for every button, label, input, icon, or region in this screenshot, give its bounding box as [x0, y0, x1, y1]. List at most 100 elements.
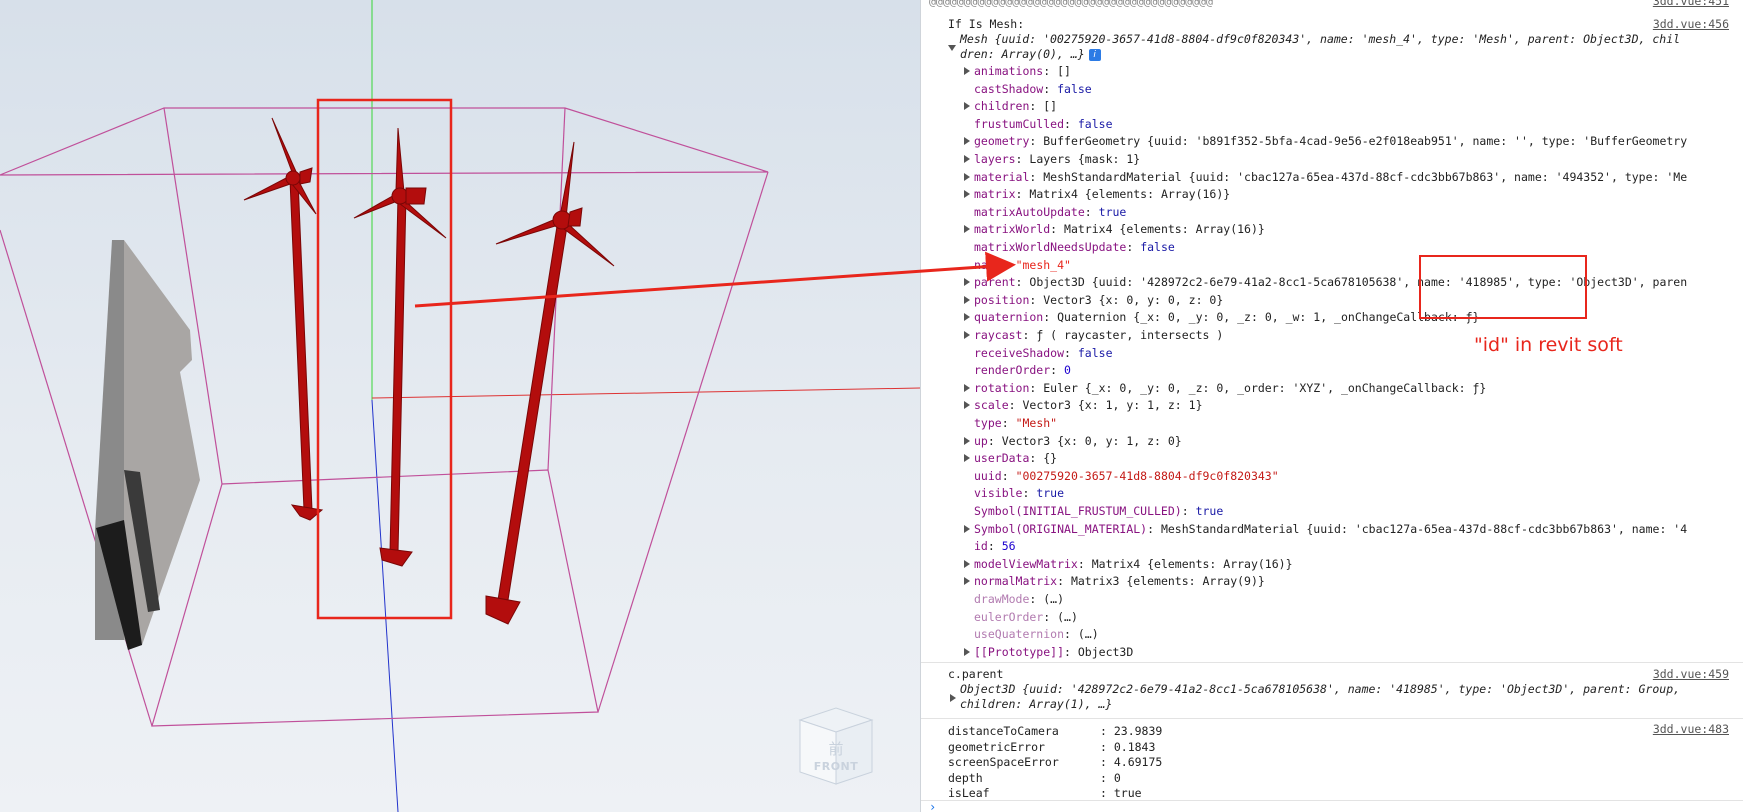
property-value: {} — [1043, 451, 1058, 466]
property-row-matrixworldneedsupdate: matrixWorldNeedsUpdate: false — [974, 240, 1175, 254]
expand-triangle-icon[interactable] — [964, 102, 970, 111]
property-value: false — [1077, 345, 1113, 360]
property-row-rotation[interactable]: rotation: Euler {_x: 0, _y: 0, _z: 0, _o… — [921, 379, 1743, 397]
expand-triangle-icon[interactable] — [964, 383, 970, 392]
property-row-uuid: uuid: "00275920-3657-41d8-8804-df9c0f820… — [974, 468, 1279, 483]
info-icon[interactable]: i — [1088, 48, 1101, 61]
console-prompt-icon[interactable]: › — [929, 800, 936, 812]
expand-triangle-icon[interactable] — [964, 577, 970, 586]
property-value: Quaternion {_x: 0, _y: 0, _z: 0, _w: 1, … — [1057, 310, 1480, 325]
property-value: Object3D — [1077, 644, 1134, 659]
property-value: Layers {mask: 1} — [1029, 152, 1141, 166]
expand-triangle-icon[interactable] — [964, 647, 970, 656]
property-row-animations[interactable]: animations: [] — [921, 62, 1743, 80]
property-key: matrixAutoUpdate — [974, 204, 1085, 219]
property-key: up — [974, 433, 988, 448]
property-row-material[interactable]: material: MeshStandardMaterial {uuid: 'c… — [921, 168, 1743, 186]
property-row-prototype[interactable]: [[Prototype]]: Object3D — [921, 643, 1743, 661]
expand-triangle-icon[interactable] — [964, 225, 970, 234]
property-value: Object3D {uuid: '428972c2-6e79-41a2-8cc1… — [1029, 275, 1688, 290]
expand-triangle-icon[interactable] — [964, 559, 970, 568]
expand-triangle-icon[interactable] — [964, 190, 970, 199]
expand-triangle-icon[interactable] — [964, 67, 970, 75]
property-key: frustumCulled — [974, 116, 1065, 131]
property-key: renderOrder — [974, 363, 1051, 378]
wind-turbine-2[interactable] — [353, 127, 447, 567]
property-row-layers[interactable]: layers: Layers {mask: 1} — [921, 150, 1743, 168]
property-key: type — [974, 416, 1002, 430]
property-row-scale[interactable]: scale: Vector3 {x: 1, y: 1, z: 1} — [921, 396, 1743, 414]
property-key: matrixWorld — [974, 222, 1051, 237]
property-value: Matrix4 {elements: Array(16)} — [1064, 222, 1265, 237]
property-key: raycast — [974, 328, 1023, 342]
property-key: normalMatrix — [974, 574, 1058, 589]
property-key: parent — [974, 275, 1016, 290]
source-link-451[interactable]: 3dd.vue:451 — [1653, 0, 1729, 10]
property-row-name: name: "mesh_4" — [974, 257, 1071, 272]
expand-triangle-icon[interactable] — [964, 331, 970, 339]
property-row-eulerorder: eulerOrder: (…) — [974, 609, 1078, 624]
property-row-geometry[interactable]: geometry: BufferGeometry {uuid: 'b891f35… — [921, 132, 1743, 150]
property-key: useQuaternion — [974, 627, 1065, 642]
property-key: eulerOrder — [974, 609, 1044, 624]
property-key: quaternion — [974, 310, 1044, 325]
property-value: true — [1036, 486, 1065, 501]
expand-triangle-icon[interactable] — [964, 436, 970, 445]
property-key: rotation — [974, 380, 1030, 395]
expand-triangle-icon[interactable] — [964, 172, 970, 181]
property-row-normalmatrix[interactable]: normalMatrix: Matrix3 {elements: Array(9… — [921, 572, 1743, 590]
property-row-matrixworld[interactable]: matrixWorld: Matrix4 {elements: Array(16… — [921, 220, 1743, 238]
property-key: matrix — [974, 187, 1016, 202]
property-key: visible — [974, 486, 1023, 501]
property-value: MeshStandardMaterial {uuid: 'cbac127a-65… — [1160, 521, 1688, 536]
wall-element — [95, 240, 200, 650]
property-value: Matrix4 {elements: Array(16)} — [1029, 187, 1231, 202]
property-value: ƒ ( raycaster, intersects ) — [1036, 328, 1224, 342]
wind-turbine-3[interactable] — [485, 141, 615, 625]
expand-triangle-icon[interactable] — [964, 454, 970, 463]
expand-triangle-icon[interactable] — [964, 137, 970, 146]
property-row-visible: visible: true — [974, 486, 1065, 501]
3d-viewport[interactable]: 前 FRONT — [0, 0, 920, 812]
view-cube-front-label: FRONT — [813, 760, 859, 773]
property-value: false — [1077, 116, 1113, 131]
property-value: false — [1057, 81, 1092, 96]
metric-value: : 0.1843 — [1100, 739, 1156, 754]
property-row-userdata[interactable]: userData: {} — [921, 449, 1743, 467]
property-row-up[interactable]: up: Vector3 {x: 0, y: 1, z: 0} — [921, 432, 1743, 450]
selection-highlight-box — [316, 98, 453, 620]
metric-value: : 4.69175 — [1100, 755, 1163, 769]
expand-triangle-icon[interactable] — [964, 278, 970, 287]
property-value: "mesh_4" — [1015, 257, 1071, 272]
devtools-console[interactable]: @@@@@@@@@@@@@@@@@@@@@@@@@@@@@@@@@@@@@@@@… — [920, 0, 1743, 812]
property-value: "00275920-3657-41d8-8804-df9c0f820343" — [1015, 468, 1279, 483]
scene-canvas[interactable] — [0, 0, 920, 812]
property-key: scale — [974, 398, 1009, 413]
expand-triangle-icon[interactable] — [964, 313, 970, 322]
property-row-renderorder: renderOrder: 0 — [974, 363, 1071, 378]
property-row-symbol-original-material[interactable]: Symbol(ORIGINAL_MATERIAL): MeshStandardM… — [921, 520, 1743, 538]
expand-triangle-icon[interactable] — [964, 401, 970, 410]
property-row-children[interactable]: children: [] — [921, 97, 1743, 115]
log-separator — [921, 662, 1743, 663]
expand-triangle-icon[interactable] — [964, 524, 970, 533]
property-key: uuid — [974, 468, 1002, 483]
property-row-parent[interactable]: parent: Object3D {uuid: '428972c2-6e79-4… — [921, 273, 1743, 291]
view-cube-face-label: 前 — [828, 740, 844, 758]
property-key: geometry — [974, 134, 1030, 149]
property-row-quaternion[interactable]: quaternion: Quaternion {_x: 0, _y: 0, _z… — [921, 308, 1743, 326]
expand-triangle-icon[interactable] — [964, 295, 970, 304]
wind-turbine-1[interactable] — [243, 117, 324, 521]
property-value: Euler {_x: 0, _y: 0, _z: 0, _order: 'XYZ… — [1043, 380, 1487, 395]
revit-id-note: "id" in revit soft — [1474, 334, 1623, 356]
property-key: Symbol(INITIAL_FRUSTUM_CULLED) — [974, 504, 1182, 518]
property-value: false — [1140, 240, 1175, 254]
property-value: Vector3 {x: 0, y: 1, z: 0} — [1001, 433, 1182, 448]
property-row-matrix[interactable]: matrix: Matrix4 {elements: Array(16)} — [921, 185, 1743, 203]
property-row-position[interactable]: position: Vector3 {x: 0, y: 0, z: 0} — [921, 291, 1743, 309]
property-value: 0 — [1064, 363, 1071, 378]
property-key: receiveShadow — [974, 345, 1065, 360]
property-value: Matrix3 {elements: Array(9)} — [1070, 574, 1265, 589]
property-row-modelviewmatrix[interactable]: modelViewMatrix: Matrix4 {elements: Arra… — [921, 555, 1743, 573]
expand-triangle-icon[interactable] — [964, 155, 970, 163]
